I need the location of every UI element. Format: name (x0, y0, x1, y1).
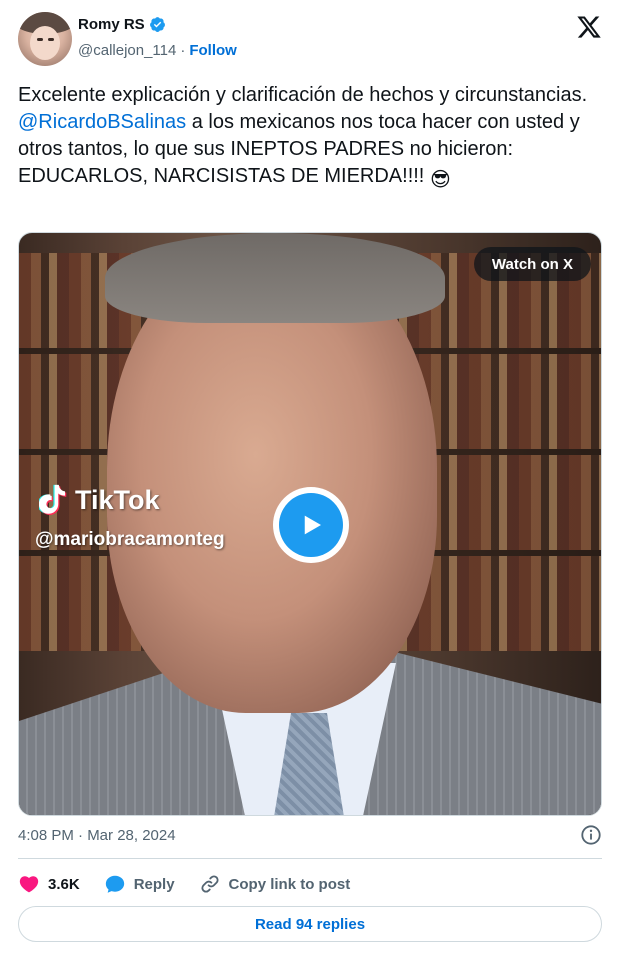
copy-link-button[interactable]: Copy link to post (199, 873, 351, 895)
timestamp[interactable]: 4:08 PM · Mar 28, 2024 (18, 827, 176, 844)
separator-dot: · (180, 42, 186, 59)
tweet-text-body: Excelente explicación y clarificación de… (18, 84, 588, 106)
avatar[interactable] (18, 12, 72, 66)
meta-row: 4:08 PM · Mar 28, 2024 (18, 822, 602, 848)
reply-label: Reply (133, 875, 175, 893)
mention-link[interactable]: @RicardoBSalinas (18, 111, 186, 133)
play-icon (304, 515, 321, 535)
author-display-name[interactable]: Romy RS (78, 16, 145, 33)
tiktok-watermark: TikTok (39, 483, 160, 517)
copy-link-label: Copy link to post (228, 875, 351, 893)
verified-badge-icon (149, 17, 165, 32)
info-icon[interactable] (580, 824, 602, 846)
video-thumbnail[interactable]: Watch on X TikTok @mariobracamonteg (18, 232, 602, 816)
link-icon (201, 875, 219, 893)
tiktok-wordmark: TikTok (75, 484, 160, 515)
play-button[interactable] (273, 487, 349, 563)
watch-on-x-button[interactable]: Watch on X (473, 247, 591, 281)
heart-icon (19, 876, 39, 893)
divider (18, 858, 602, 859)
action-bar: 3.6K Reply Copy link to post (18, 870, 374, 898)
sunglasses-emoji: 😎 (429, 169, 451, 191)
tiktok-handle: @mariobracamonteg (35, 529, 225, 550)
name-row: Romy RS (78, 16, 166, 33)
read-replies-button[interactable]: Read 94 replies (18, 906, 602, 942)
reply-bubble-icon (105, 875, 124, 893)
author-handle[interactable]: @callejon_114 (78, 42, 176, 59)
like-button[interactable]: 3.6K (18, 873, 80, 895)
tweet-header: Romy RS @callejon_114 · Follow (18, 12, 602, 68)
like-count: 3.6K (48, 875, 80, 893)
reply-button[interactable]: Reply (104, 873, 175, 895)
tweet-text: Excelente explicación y clarificación de… (18, 82, 608, 194)
x-logo-icon[interactable] (576, 14, 602, 40)
follow-button[interactable]: Follow (189, 42, 237, 59)
tiktok-icon (39, 484, 67, 516)
person-hair (105, 233, 445, 323)
handle-row: @callejon_114 · Follow (78, 42, 237, 59)
